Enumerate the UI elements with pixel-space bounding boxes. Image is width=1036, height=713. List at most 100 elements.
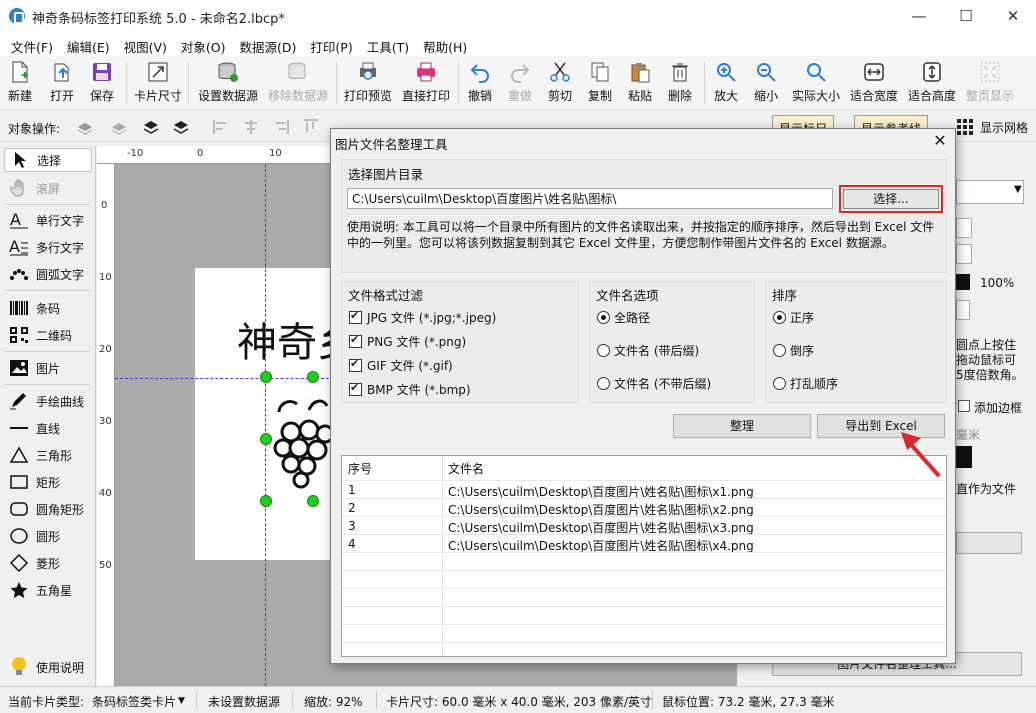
zoom-out-button[interactable]: 缩小 [754,59,778,107]
fit-height-button[interactable]: 适合高度 [908,59,956,107]
tool-image[interactable]: 图片 [4,356,92,380]
toolbar-separator [458,62,459,104]
new-button[interactable]: 新建 [8,59,32,107]
tool-circle[interactable]: 圆形 [4,524,92,548]
sort-descending-radio[interactable]: 倒序 [773,342,814,359]
tool-qrcode[interactable]: 二维码 [4,323,92,347]
image-filename-tool-dialog: 图片文件名整理工具 ✕ 选择图片目录 选择... 使用说明: 本工具可以将一个目… [330,128,956,664]
layers-bottom-icon[interactable] [172,118,190,136]
menu-object[interactable]: 对象(O) [174,32,233,56]
tool-star[interactable]: 五角星 [4,578,92,602]
save-button[interactable]: 保存 [90,59,114,107]
name-with-ext-radio[interactable]: 文件名 (带后缀) [597,342,699,359]
align-left-icon[interactable] [212,118,230,136]
resize-handle[interactable] [260,371,272,383]
table-header-filename[interactable]: 文件名 [448,460,484,477]
resize-handle[interactable] [307,495,319,507]
layers-icon[interactable] [110,118,128,136]
show-grid-toggle[interactable]: 显示网格 [980,119,1028,136]
fit-width-button[interactable]: 适合宽度 [850,59,898,107]
grapes-image-object[interactable] [269,382,339,494]
checkbox-icon [349,381,362,396]
close-window-button[interactable]: ✕ [990,0,1036,32]
resize-handle[interactable] [260,495,272,507]
property-button[interactable] [956,532,1022,554]
paste-button[interactable]: 粘贴 [628,59,652,107]
format-png-checkbox[interactable]: PNG 文件 (*.png) [349,333,466,350]
rectangle-icon [8,472,30,492]
property-field[interactable] [956,218,972,238]
menu-edit[interactable]: 编辑(E) [60,32,117,56]
resize-handle[interactable] [260,433,272,445]
directory-path-input[interactable] [347,188,833,209]
layers-top-icon[interactable] [142,118,160,136]
set-datasource-button[interactable]: 设置数据源 [198,59,258,107]
align-center-icon[interactable] [242,118,260,136]
menu-datasource[interactable]: 数据源(D) [233,32,304,56]
tool-rectangle[interactable]: 矩形 [4,470,92,494]
maximize-button[interactable]: ☐ [943,0,989,32]
organize-button[interactable]: 整理 [673,414,811,438]
zoom-in-button[interactable]: 放大 [714,59,738,107]
align-top-icon[interactable] [302,118,320,136]
tool-barcode[interactable]: 条码 [4,296,92,320]
sort-shuffle-radio[interactable]: 打乱顺序 [773,375,838,392]
copy-button[interactable]: 复制 [588,59,612,107]
open-file-icon [51,61,73,83]
tool-select[interactable]: 选择 [4,148,92,172]
tool-arc-text[interactable]: 圆弧文字 [4,262,92,286]
filename-table[interactable]: 序号 文件名 1 C:\Users\cuilm\Desktop\百度图片\姓名贴… [341,455,947,657]
menu-file[interactable]: 文件(F) [4,32,60,56]
tool-freehand[interactable]: 手绘曲线 [4,389,92,413]
sort-ascending-radio[interactable]: 正序 [773,309,814,326]
chevron-down-icon: ▼ [178,696,185,706]
menu-help[interactable]: 帮助(H) [416,32,474,56]
tool-round-rect[interactable]: 圆角矩形 [4,497,92,521]
help-button[interactable]: 使用说明 [4,655,92,679]
menu-view[interactable]: 视图(V) [117,32,174,56]
layers-up-icon[interactable] [76,118,94,136]
guide-line-vertical[interactable] [265,164,266,686]
name-without-ext-radio[interactable]: 文件名 (不带后缀) [597,375,711,392]
minimize-button[interactable]: — [896,0,942,32]
undo-button[interactable]: 撤销 [468,59,492,107]
delete-button[interactable]: 删除 [668,59,692,107]
format-gif-checkbox[interactable]: GIF 文件 (*.gif) [349,357,453,374]
format-jpg-checkbox[interactable]: JPG 文件 (*.jpg;*.jpeg) [349,309,496,326]
tool-triangle[interactable]: 三角形 [4,443,92,467]
round-rect-icon [8,499,30,519]
fit-page-button[interactable]: 整页显示 [966,59,1014,107]
cut-button[interactable]: 剪切 [548,59,572,107]
actual-size-button[interactable]: 实际大小 [792,59,840,107]
align-right-icon[interactable] [272,118,290,136]
property-field[interactable] [956,244,972,264]
radio-icon [597,377,610,390]
choose-directory-button[interactable]: 选择... [843,189,939,209]
name-fullpath-radio[interactable]: 全路径 [597,309,650,326]
table-header-index[interactable]: 序号 [348,460,372,477]
print-preview-button[interactable]: 打印预览 [344,59,392,107]
format-bmp-checkbox[interactable]: BMP 文件 (*.bmp) [349,381,471,398]
property-dropdown-small[interactable] [956,300,970,320]
directory-group: 选择图片目录 [341,159,947,273]
color-swatch[interactable] [956,446,972,468]
menu-print[interactable]: 打印(P) [303,32,359,56]
card-type-dropdown[interactable]: 条码标签类卡片 [92,693,176,710]
add-border-checkbox[interactable] [958,400,970,412]
copy-icon [589,61,611,83]
tool-diamond[interactable]: 菱形 [4,551,92,575]
open-button[interactable]: 打开 [50,59,74,107]
remove-datasource-button[interactable]: 移除数据源 [268,59,328,107]
dialog-close-button[interactable]: ✕ [929,131,951,151]
direct-print-button[interactable]: 直接打印 [402,59,450,107]
tool-scroll[interactable]: 滚屏 [4,176,92,200]
magnifier-icon [805,61,827,83]
tool-single-text[interactable]: A 单行文字 [4,208,92,232]
menu-tools[interactable]: 工具(T) [360,32,416,56]
resize-handle[interactable] [307,371,319,383]
opacity-slider-handle[interactable] [956,274,970,290]
tool-line[interactable]: 直线 [4,416,92,440]
tool-multi-text[interactable]: A 多行文字 [4,235,92,259]
card-size-button[interactable]: 卡片尺寸 [134,59,182,107]
redo-button[interactable]: 重做 [508,59,532,107]
